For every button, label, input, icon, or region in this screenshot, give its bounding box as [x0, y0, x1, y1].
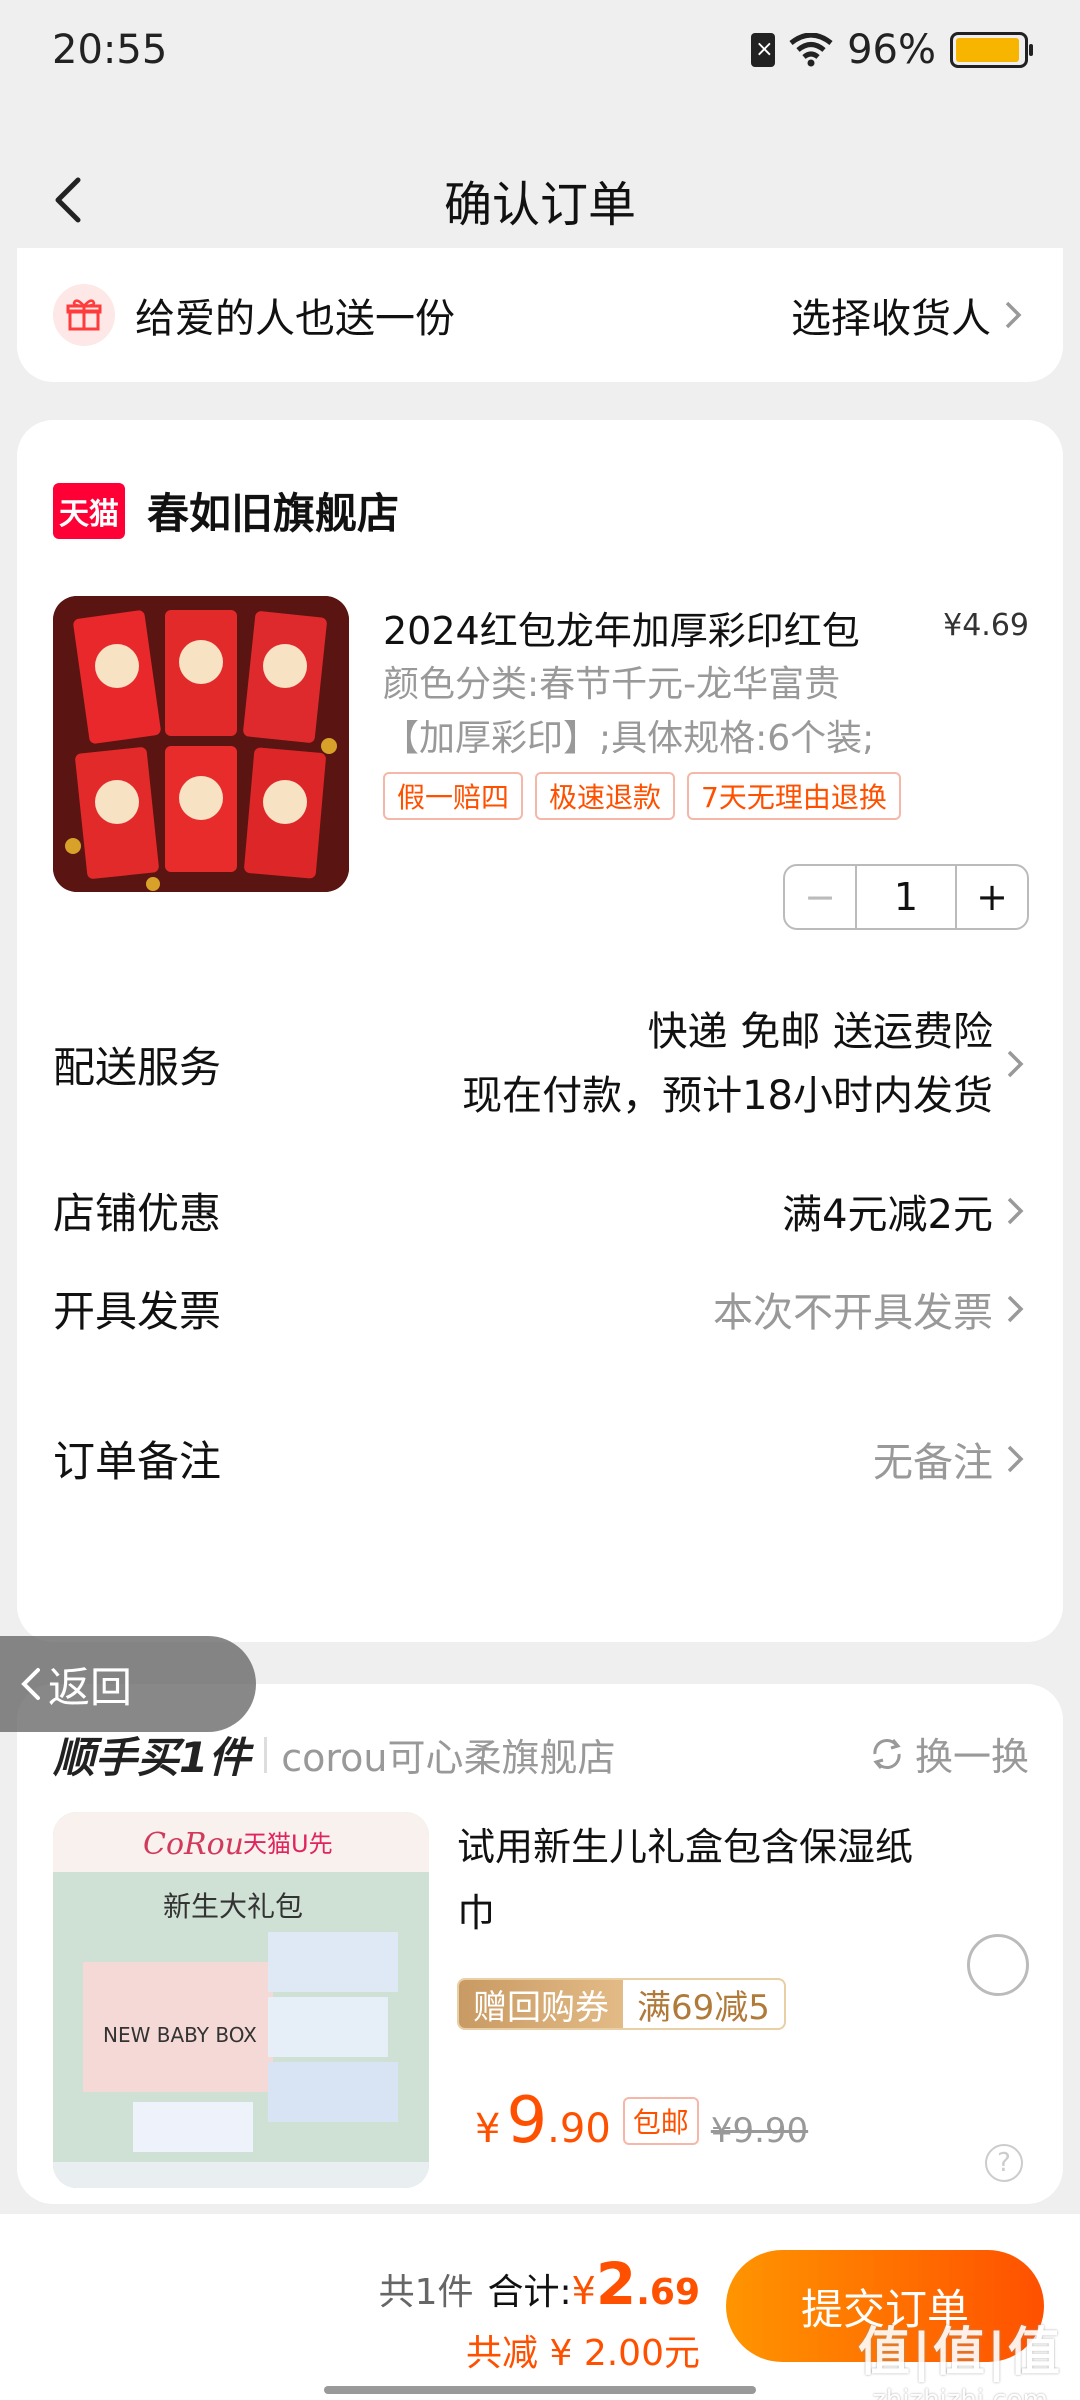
total-price: ¥ 2 .69: [572, 2250, 700, 2318]
swap-button[interactable]: 换一换: [867, 1726, 1029, 1781]
quantity-stepper: − 1 +: [783, 864, 1029, 930]
gift-text: 给爱的人也送一份: [135, 296, 455, 342]
spec-line-1: 颜色分类:春节千元-龙华富贵: [383, 664, 841, 705]
help-icon[interactable]: ?: [985, 2144, 1023, 2182]
decrease-button[interactable]: −: [785, 866, 857, 928]
battery-icon: [950, 32, 1033, 68]
invoice-label: 开具发票: [53, 1287, 222, 1336]
refresh-icon: [873, 1738, 901, 1769]
total-decimal: .69: [636, 2272, 700, 2313]
image-brand-text: CoRou: [143, 1827, 244, 1862]
chevron-right-icon: [1005, 301, 1022, 329]
service-tag: 极速退款: [535, 772, 676, 820]
shop-name: 春如旧旗舰店: [147, 489, 400, 538]
discount-value-text: 满4元减2元: [782, 1191, 993, 1238]
product-image[interactable]: [53, 596, 349, 892]
status-icons: 96%: [751, 27, 1033, 73]
quantity-input[interactable]: 1: [857, 866, 955, 928]
product-spec[interactable]: 颜色分类:春节千元-龙华富贵 【加厚彩印】;具体规格:6个装;: [383, 658, 943, 766]
wifi-icon: [789, 33, 833, 67]
free-shipping-badge: 包邮: [622, 2097, 699, 2145]
floating-back-label: 返回: [48, 1662, 133, 1712]
gift-row[interactable]: 给爱的人也送一份 选择收货人: [17, 248, 1063, 382]
increase-button[interactable]: +: [955, 866, 1027, 928]
service-tags: 假一赔四 极速退款 7天无理由退换: [383, 772, 901, 820]
image-caption-text: 新生大礼包: [163, 1890, 303, 1923]
shop-discount-row[interactable]: 店铺优惠 满4元减2元: [53, 1180, 1029, 1241]
red-envelope-illustration: [53, 596, 349, 892]
original-price: ¥9.90: [710, 2111, 809, 2151]
total-symbol: ¥: [571, 2269, 596, 2313]
price-symbol: ¥: [475, 2106, 501, 2152]
chevron-right-icon: [1007, 1295, 1024, 1322]
image-box-text: NEW BABY BOX: [103, 2023, 257, 2047]
status-bar: 20:55 96%: [0, 0, 1080, 100]
tmall-logo: 天猫: [53, 482, 125, 539]
status-time: 20:55: [52, 27, 168, 73]
order-note-row[interactable]: 订单备注 无备注: [53, 1428, 1029, 1489]
recommendation-price: ¥ 9 .90 包邮 ¥9.90: [475, 2084, 808, 2158]
coupon-label: 赠回购券: [459, 1980, 623, 2028]
no-sim-icon: [751, 33, 776, 67]
discount-value: 满4元减2元: [782, 1182, 1029, 1240]
chevron-right-icon: [1007, 1197, 1024, 1224]
recommendation-image[interactable]: CoRou 天猫U先 新生大礼包 NEW BABY BOX: [53, 1812, 429, 2188]
discount-label: 店铺优惠: [53, 1189, 222, 1238]
product-title[interactable]: 2024红包龙年加厚彩印红包: [383, 600, 903, 655]
total-label: 合计:: [487, 2272, 572, 2313]
gift-icon: [53, 284, 115, 346]
battery-fill: [956, 38, 1020, 62]
invoice-value-text: 本次不开具发票: [713, 1289, 993, 1336]
baby-gift-box-illustration: CoRou 天猫U先 新生大礼包 NEW BABY BOX: [53, 1812, 429, 2188]
recommendation-header: 顺手买1件 corou可心柔旗舰店: [53, 1724, 616, 1785]
order-summary: 共1件 合计: ¥ 2 .69 共减 ¥ 2.00元: [379, 2250, 700, 2376]
note-value: 无备注: [873, 1430, 1029, 1488]
note-label: 订单备注: [53, 1437, 222, 1486]
back-arrow-icon[interactable]: [40, 170, 100, 230]
battery-percent: 96%: [847, 27, 936, 73]
recommendation-card: 顺手买1件 corou可心柔旗舰店 换一换 CoRou 天猫U先 新生大礼包 N…: [17, 1684, 1063, 2204]
watermark: 值|值|值 zhizhizhi.com: [858, 2310, 1062, 2400]
product-price: ¥4.69: [943, 608, 1029, 643]
coupon-value: 满69减5: [637, 1987, 770, 2028]
select-recipient-link[interactable]: 选择收货人: [791, 286, 1027, 344]
divider: [264, 1736, 268, 1773]
watermark-logo: 值|值|值: [858, 2323, 1062, 2383]
delivery-label: 配送服务: [53, 1042, 222, 1092]
saved-amount: 共减 ¥ 2.00元: [466, 2333, 700, 2374]
chevron-right-icon: [1007, 1050, 1024, 1078]
recommendation-title: 顺手买1件: [53, 1733, 251, 1782]
item-count: 共1件: [378, 2272, 474, 2313]
service-tag: 假一赔四: [383, 772, 524, 820]
order-card: 天猫 春如旧旗舰店 2024红包龙年加厚彩印红包 ¥4.69 颜色分类:春节千元…: [17, 420, 1063, 1642]
recommendation-shop[interactable]: corou可心柔旗舰店: [281, 1727, 615, 1782]
swap-label: 换一换: [914, 1735, 1029, 1779]
delivery-line-1: 快递 免邮 送运费险: [647, 1009, 993, 1055]
service-tag: 7天无理由退换: [687, 772, 901, 820]
shop-header[interactable]: 天猫 春如旧旗舰店: [53, 480, 399, 541]
spec-line-2: 【加厚彩印】;具体规格:6个装;: [383, 718, 875, 759]
invoice-row[interactable]: 开具发票 本次不开具发票: [53, 1278, 1029, 1339]
chevron-left-icon: [21, 1668, 40, 1700]
floating-back-button[interactable]: 返回: [0, 1636, 256, 1732]
image-tag-text: 天猫U先: [243, 1830, 333, 1858]
coupon-badge: 赠回购券 满69减5: [457, 1978, 786, 2030]
page-title: 确认订单: [443, 177, 636, 233]
note-value-text: 无备注: [873, 1439, 993, 1486]
chevron-right-icon: [1007, 1445, 1024, 1472]
delivery-value: 快递 免邮 送运费险 现在付款，预计18小时内发货: [462, 1000, 1029, 1128]
nav-bar: 确认订单: [0, 150, 1080, 250]
watermark-url: zhizhizhi.com: [872, 2385, 1048, 2400]
select-radio[interactable]: [967, 1934, 1029, 1996]
price-decimal: .90: [547, 2106, 611, 2152]
price-integer: 9: [506, 2084, 548, 2158]
select-recipient-label: 选择收货人: [791, 296, 991, 342]
delivery-row[interactable]: 配送服务 快递 免邮 送运费险 现在付款，预计18小时内发货: [53, 1000, 1029, 1128]
total-integer: 2: [595, 2250, 637, 2318]
invoice-value: 本次不开具发票: [713, 1280, 1029, 1338]
recommendation-name[interactable]: 试用新生儿礼盒包含保湿纸巾: [457, 1814, 937, 1946]
delivery-line-2: 现在付款，预计18小时内发货: [462, 1073, 993, 1119]
home-indicator[interactable]: [324, 2386, 756, 2394]
